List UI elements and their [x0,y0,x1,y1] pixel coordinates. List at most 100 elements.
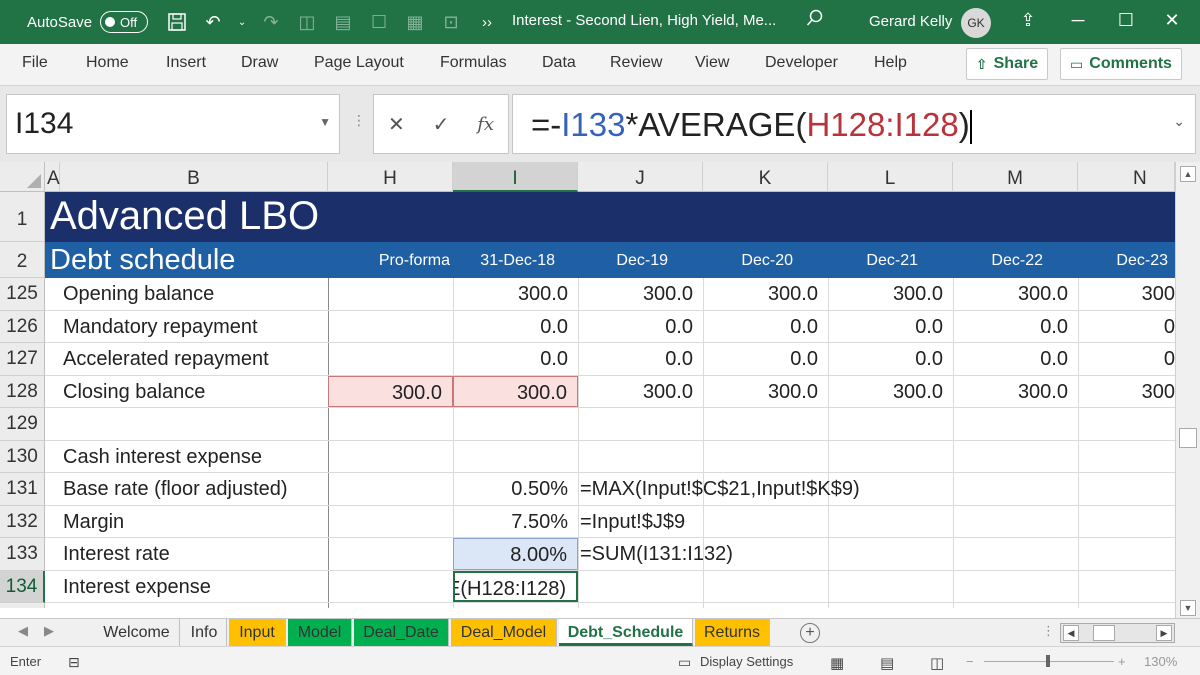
undo-icon[interactable]: ↶ [202,11,224,33]
cell-n129[interactable] [1078,408,1175,440]
share-button[interactable]: ⇧ Share [966,48,1048,80]
row-header-129[interactable]: 129 [0,408,45,441]
cell-h128[interactable]: 300.0 [328,375,453,407]
row-header-2[interactable]: 2 [0,242,45,278]
row-header-135[interactable]: 135 [0,603,45,608]
zoom-out-icon[interactable]: − [966,654,974,669]
scroll-left-icon[interactable]: ◀ [1063,625,1079,641]
cell-h133[interactable] [328,538,453,570]
cell-n127[interactable]: 0 [1078,343,1175,375]
cell-n133[interactable] [1078,538,1175,570]
cell-m130[interactable] [953,441,1078,473]
cell-i135[interactable] [453,603,578,608]
cell-k134[interactable] [703,571,828,603]
cell-l129[interactable] [828,408,953,440]
cell-k128[interactable]: 300.0 [703,376,828,408]
column-header-l[interactable]: L [828,162,953,192]
horizontal-scrollbar[interactable]: ◀ ▶ [1060,623,1175,643]
sheet-tab-model[interactable]: Model [288,619,352,646]
row-header-127[interactable]: 127 [0,343,45,376]
cell-h129[interactable] [328,408,453,440]
sheet-tab-returns[interactable]: Returns [695,619,770,646]
column-header-k[interactable]: K [703,162,828,192]
camera-icon[interactable]: ◫ [296,11,318,33]
cell-l135[interactable] [828,603,953,608]
tab-view[interactable]: View [695,54,729,72]
row-label[interactable]: Mandatory repayment [63,311,258,343]
scroll-right-icon[interactable]: ▶ [1156,625,1172,641]
sheet-tab-debt-schedule[interactable]: Debt_Schedule [559,619,693,646]
cell-m128[interactable]: 300.0 [953,376,1078,408]
row-label[interactable]: Interest expense [63,571,211,603]
row-label[interactable]: Interest rate [63,538,170,570]
row-header-1[interactable]: 1 [0,192,45,242]
tab-data[interactable]: Data [542,54,576,72]
touch-mode-icon[interactable]: ☐ [368,11,390,33]
cell-i126[interactable]: 0.0 [453,311,578,343]
search-icon[interactable] [806,9,824,32]
vertical-scroll-thumb[interactable] [1179,428,1197,448]
row-header-126[interactable]: 126 [0,310,45,343]
tab-insert[interactable]: Insert [166,54,206,72]
cell-n132[interactable] [1078,506,1175,538]
sheet-tab-info[interactable]: Info [182,619,227,646]
page-break-view-icon[interactable]: ◫ [930,654,944,672]
sheet-tab-deal-date[interactable]: Deal_Date [354,619,449,646]
redo-icon[interactable]: ↷ [260,11,282,33]
select-all-button[interactable] [0,162,45,192]
minimize-icon[interactable]: ─ [1066,10,1090,31]
tab-file[interactable]: File [22,54,48,72]
tab-developer[interactable]: Developer [765,54,838,72]
cell-h125[interactable] [328,278,453,310]
cell-n135[interactable] [1078,603,1175,608]
cell-j129[interactable] [578,408,703,440]
formula-note[interactable]: =MAX(Input!$C$21,Input!$K$9) [580,473,860,505]
formula-note[interactable]: =SUM(I131:I132) [580,538,733,570]
cell-l132[interactable] [828,506,953,538]
row-header-131[interactable]: 131 [0,473,45,506]
tab-page-layout[interactable]: Page Layout [314,54,404,72]
cell-l127[interactable]: 0.0 [828,343,953,375]
autosave[interactable]: AutoSave Off [27,11,149,33]
cell-n131[interactable] [1078,473,1175,505]
sheet-tab-welcome[interactable]: Welcome [94,619,180,646]
macro-recorder-icon[interactable]: ⊟ [68,654,80,671]
undo-dropdown-icon[interactable]: ⌄ [238,11,246,33]
cell-l133[interactable] [828,538,953,570]
cell-n134[interactable] [1078,571,1175,603]
vertical-scrollbar[interactable]: ▲ ▼ [1175,162,1200,618]
cell-k126[interactable]: 0.0 [703,311,828,343]
cell-m131[interactable] [953,473,1078,505]
cell-j125[interactable]: 300.0 [578,278,703,310]
column-header-a[interactable]: A [45,162,60,192]
column-header-i[interactable]: I [453,162,578,192]
row-header-132[interactable]: 132 [0,505,45,538]
cell-l130[interactable] [828,441,953,473]
tab-draw[interactable]: Draw [241,54,278,72]
calculator-icon[interactable]: ▦ [404,11,426,33]
cell-k129[interactable] [703,408,828,440]
cell-j135[interactable] [578,603,703,608]
cell-m126[interactable]: 0.0 [953,311,1078,343]
cell-h130[interactable] [328,441,453,473]
display-settings-button[interactable]: Display Settings [700,654,793,669]
splitter-dots-icon[interactable]: ⋮ [352,112,366,129]
row-label[interactable]: Opening balance [63,278,214,310]
tab-formulas[interactable]: Formulas [440,54,507,72]
add-sheet-icon[interactable]: + [800,623,820,643]
horizontal-scroll-thumb[interactable] [1093,625,1115,641]
row-header-128[interactable]: 128 [0,375,45,408]
sheet-prev-icon[interactable]: ◀ [18,623,28,639]
column-header-b[interactable]: B [60,162,328,192]
cell-i131[interactable]: 0.50% [453,473,578,505]
more-commands-icon[interactable]: ›› [476,11,498,33]
sheet-next-icon[interactable]: ▶ [44,623,54,639]
cell-k135[interactable] [703,603,828,608]
zoom-slider-thumb[interactable] [1046,655,1050,667]
cell-m132[interactable] [953,506,1078,538]
column-header-n[interactable]: N [1078,162,1175,192]
row-label[interactable]: Closing balance [63,376,205,408]
cell-n130[interactable] [1078,441,1175,473]
row-label[interactable]: Margin [63,506,124,538]
cell-h134[interactable] [328,571,453,603]
